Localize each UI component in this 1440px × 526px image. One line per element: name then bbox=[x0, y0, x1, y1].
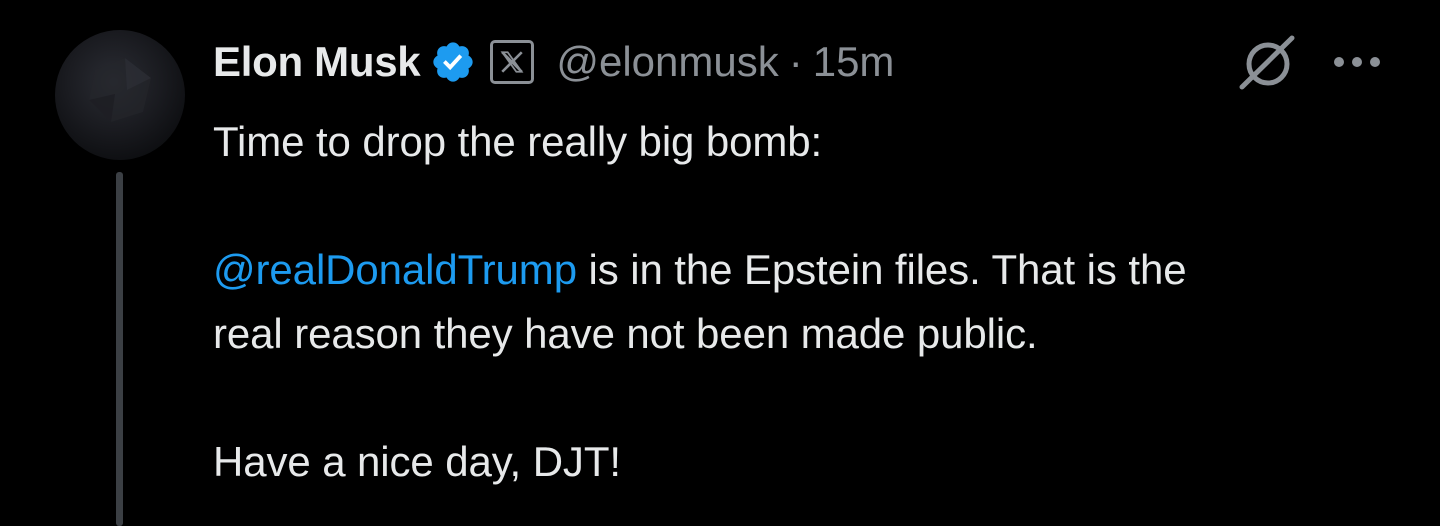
display-name[interactable]: Elon Musk bbox=[213, 38, 421, 86]
tweet-line: Have a nice day, DJT! bbox=[213, 438, 621, 485]
mention-link[interactable]: @realDonaldTrump bbox=[213, 246, 577, 293]
verified-badge-icon[interactable] bbox=[430, 39, 476, 85]
tweet-line: Time to drop the really big bomb: bbox=[213, 118, 823, 165]
tweet-header: Elon Musk @elonmusk · 15m bbox=[213, 34, 894, 90]
separator-dot: · bbox=[788, 38, 803, 85]
grok-icon[interactable] bbox=[1236, 32, 1300, 92]
tweet-text: Time to drop the really big bomb: @realD… bbox=[213, 110, 1393, 494]
thread-line bbox=[116, 172, 123, 526]
tweet-line: real reason they have not been made publ… bbox=[213, 310, 1038, 357]
tweet-line-text: is in the Epstein files. That is the bbox=[576, 246, 1187, 293]
x-logo-icon bbox=[490, 40, 535, 84]
handle[interactable]: @elonmusk bbox=[556, 38, 778, 86]
tweet-line: @realDonaldTrump is in the Epstein files… bbox=[213, 238, 1393, 302]
avatar[interactable] bbox=[55, 30, 185, 160]
avatar-image bbox=[89, 58, 151, 122]
timestamp[interactable]: 15m bbox=[813, 38, 895, 86]
more-icon[interactable] bbox=[1332, 50, 1382, 74]
